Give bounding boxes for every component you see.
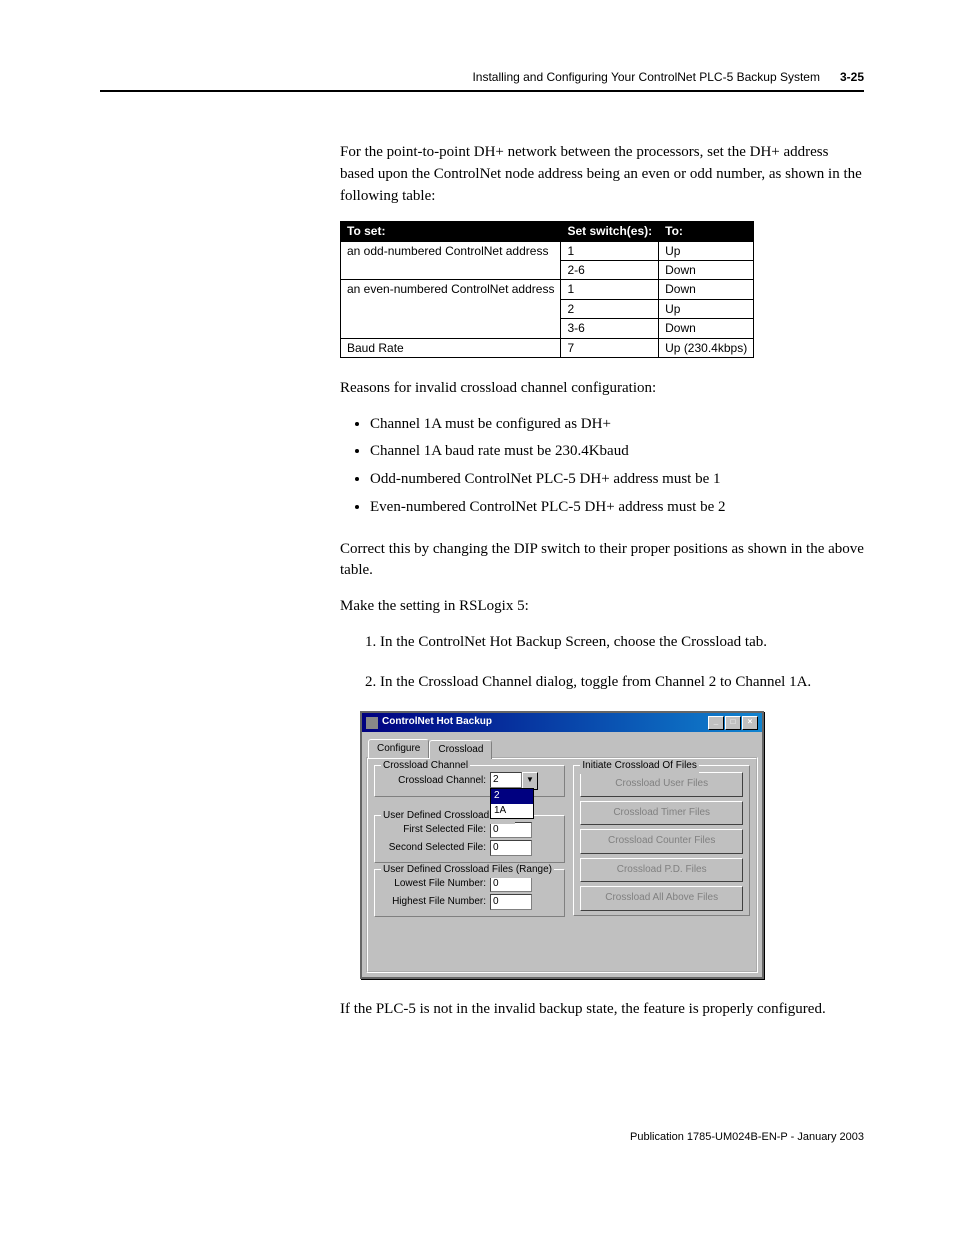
crossload-pd-files-button[interactable]: Crossload P.D. Files — [580, 858, 743, 883]
header-title: Installing and Configuring Your ControlN… — [472, 70, 820, 84]
first-file-label: First Selected File: — [381, 823, 490, 838]
crossload-counter-files-button[interactable]: Crossload Counter Files — [580, 829, 743, 854]
combo-dropdown[interactable]: 2 1A — [490, 788, 534, 819]
crossload-all-files-button[interactable]: Crossload All Above Files — [580, 886, 743, 911]
crossload-timer-files-button[interactable]: Crossload Timer Files — [580, 801, 743, 826]
list-item: Channel 1A baud rate must be 230.4Kbaud — [370, 441, 864, 463]
titlebar: ControlNet Hot Backup _ □ × — [362, 713, 762, 732]
legend: Crossload Channel — [381, 759, 470, 774]
cell: Down — [659, 319, 754, 338]
th-toset: To set: — [341, 222, 561, 241]
reasons-heading: Reasons for invalid crossload channel co… — [340, 378, 864, 400]
user-files-group: User Defined Crossload Files First Selec… — [374, 815, 565, 863]
list-item: Odd-numbered ControlNet PLC-5 DH+ addres… — [370, 469, 864, 491]
cell: Up — [659, 241, 754, 260]
hot-backup-dialog: ControlNet Hot Backup _ □ × Configure Cr… — [360, 711, 764, 979]
th-to: To: — [659, 222, 754, 241]
legend: User Defined Crossload Files (Range) — [381, 863, 554, 878]
close-button[interactable]: × — [742, 716, 758, 730]
page: Installing and Configuring Your ControlN… — [0, 0, 954, 1183]
highest-file-label: Highest File Number: — [381, 895, 490, 910]
cell: Up — [659, 299, 754, 318]
make-setting: Make the setting in RSLogix 5: — [340, 596, 864, 618]
second-file-label: Second Selected File: — [381, 841, 490, 856]
second-file-input[interactable]: 0 — [490, 840, 532, 856]
combo-value[interactable]: 2 — [490, 772, 522, 788]
lowest-file-input[interactable]: 0 — [490, 876, 532, 892]
cell: an odd-numbered ControlNet address — [341, 241, 561, 280]
crossload-channel-combo[interactable]: 2 ▼ 2 1A — [490, 772, 538, 790]
highest-file-input[interactable]: 0 — [490, 894, 532, 910]
initiate-group: Initiate Crossload Of Files Crossload Us… — [573, 765, 750, 916]
cell: 3-6 — [561, 319, 659, 338]
list-item: Channel 1A must be configured as DH+ — [370, 414, 864, 436]
app-icon — [366, 717, 378, 729]
page-header: Installing and Configuring Your ControlN… — [100, 70, 864, 92]
cell: 7 — [561, 338, 659, 357]
crossload-channel-label: Crossload Channel: — [381, 774, 490, 789]
cell: an even-numbered ControlNet address — [341, 280, 561, 338]
tab-crossload[interactable]: Crossload — [429, 740, 492, 760]
tabs: Configure Crossload — [368, 738, 762, 758]
main-content: For the point-to-point DH+ network betwe… — [340, 142, 864, 1021]
lowest-file-label: Lowest File Number: — [381, 877, 490, 892]
step-2: In the Crossload Channel dialog, toggle … — [380, 672, 864, 694]
crossload-user-files-button[interactable]: Crossload User Files — [580, 772, 743, 797]
user-range-group: User Defined Crossload Files (Range) Low… — [374, 869, 565, 917]
dh-table: To set: Set switch(es): To: an odd-numbe… — [340, 221, 754, 358]
page-number: 3-25 — [840, 70, 864, 84]
option-2[interactable]: 2 — [491, 789, 533, 804]
crossload-channel-group: Crossload Channel Crossload Channel: 2 ▼… — [374, 765, 565, 797]
dialog-title: ControlNet Hot Backup — [382, 715, 492, 730]
cell: 1 — [561, 280, 659, 299]
cell: Up (230.4kbps) — [659, 338, 754, 357]
cell: 1 — [561, 241, 659, 260]
minimize-button[interactable]: _ — [708, 716, 724, 730]
cell: Baud Rate — [341, 338, 561, 357]
crossload-panel: Crossload Channel Crossload Channel: 2 ▼… — [366, 757, 758, 973]
cell: Down — [659, 261, 754, 280]
cell: 2 — [561, 299, 659, 318]
reasons-list: Channel 1A must be configured as DH+ Cha… — [370, 414, 864, 519]
intro-paragraph: For the point-to-point DH+ network betwe… — [340, 142, 864, 207]
correction-note: Correct this by changing the DIP switch … — [340, 539, 864, 583]
publication-footer: Publication 1785-UM024B-EN-P - January 2… — [100, 1131, 864, 1143]
steps-list: In the ControlNet Hot Backup Screen, cho… — [360, 632, 864, 694]
first-file-input[interactable]: 0 — [490, 822, 532, 838]
option-1a[interactable]: 1A — [491, 804, 533, 819]
cell: Down — [659, 280, 754, 299]
cell: 2-6 — [561, 261, 659, 280]
maximize-button[interactable]: □ — [725, 716, 741, 730]
step-1: In the ControlNet Hot Backup Screen, cho… — [380, 632, 864, 654]
legend: Initiate Crossload Of Files — [580, 759, 699, 774]
closing-paragraph: If the PLC-5 is not in the invalid backu… — [340, 999, 864, 1021]
th-switches: Set switch(es): — [561, 222, 659, 241]
list-item: Even-numbered ControlNet PLC-5 DH+ addre… — [370, 497, 864, 519]
tab-configure[interactable]: Configure — [368, 739, 429, 759]
